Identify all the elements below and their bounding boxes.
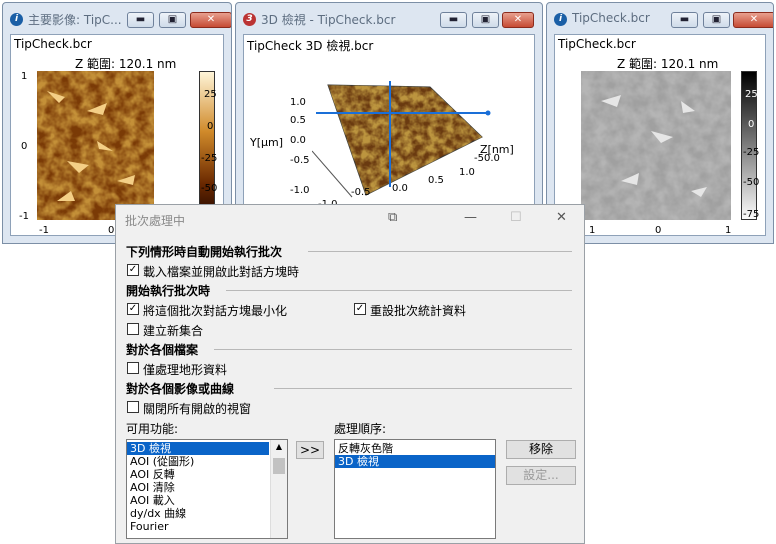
reset-stats-label: 重設批次統計資料 (370, 304, 467, 318)
minimize-dialog-label: 將這個批次對話方塊最小化 (143, 304, 288, 318)
x-tick: 1.0 (459, 167, 475, 178)
minimize-button[interactable]: ▬ (440, 12, 467, 28)
window-title: 主要影像: TipC... (28, 13, 122, 27)
y-tick: 0.0 (290, 135, 306, 146)
maximize-button[interactable]: ▣ (472, 12, 499, 28)
window-title: TipCheck.bcr (572, 11, 650, 25)
list-item[interactable]: 反轉灰色階 (335, 442, 495, 455)
close-button[interactable]: ✕ (190, 12, 231, 28)
y-tick: -1.0 (290, 185, 310, 196)
3d-view-icon: 3 (243, 13, 256, 26)
new-set-checkbox[interactable] (127, 323, 139, 335)
close-windows-label: 關閉所有開啟的視窗 (143, 402, 252, 416)
close-windows-checkbox[interactable] (127, 401, 139, 413)
title-bar[interactable]: 3 3D 檢視 - TipCheck.bcr ▬ ▣ ✕ (236, 3, 542, 33)
list-item[interactable]: AOI (從圖形) (127, 455, 287, 468)
batch-processing-dialog[interactable]: 批次處理中 ⧉ — ☐ ✕ 下列情形時自動開始執行批次 ✓ 載入檔案並開啟此對話… (115, 204, 585, 544)
close-button[interactable]: ✕ (502, 12, 534, 28)
topo-only-label: 僅處理地形資料 (143, 363, 228, 377)
minimize-dialog-checkbox[interactable]: ✓ (127, 303, 139, 315)
section-heading: 開始執行批次時 (126, 284, 211, 298)
y-tick: -1 (19, 211, 29, 222)
list-item[interactable]: 3D 檢視 (127, 442, 269, 455)
list-item[interactable]: dy/dx 曲線 (127, 507, 287, 520)
app-icon: i (554, 13, 567, 26)
x-tick: -0.5 (351, 187, 371, 198)
new-set-label: 建立新集合 (143, 324, 204, 338)
divider (274, 388, 572, 389)
maximize-button[interactable]: ▣ (703, 12, 730, 28)
file-name: TipCheck.bcr (14, 37, 92, 51)
open-on-load-checkbox[interactable]: ✓ (127, 264, 139, 276)
color-tick: 0 (748, 119, 755, 130)
title-bar[interactable]: i 主要影像: TipC... ▬ ▣ ✕ (3, 3, 231, 33)
topo-only-checkbox[interactable] (127, 362, 139, 374)
remove-button[interactable]: 移除 (506, 440, 576, 459)
x-tick: -1 (39, 225, 49, 236)
maximize-icon: ☐ (510, 210, 522, 225)
section-heading: 下列情形時自動開始執行批次 (126, 245, 283, 259)
x-tick: 1 (589, 225, 596, 236)
color-tick: -50 (201, 183, 218, 194)
color-tick: -50 (743, 177, 760, 188)
restore-icon[interactable]: ⧉ (388, 210, 397, 225)
add-button[interactable]: >> (296, 441, 324, 459)
maximize-button[interactable]: ▣ (159, 12, 186, 28)
reset-stats-checkbox[interactable]: ✓ (354, 303, 366, 315)
x-tick: 0 (108, 225, 115, 236)
close-button[interactable]: ✕ (733, 12, 773, 28)
section-heading: 對於各個檔案 (126, 343, 199, 357)
divider (214, 349, 572, 350)
y-tick: 1 (21, 71, 28, 82)
list-item[interactable]: 3D 檢視 (335, 455, 495, 468)
processing-order-list[interactable]: 反轉灰色階 3D 檢視 (334, 439, 496, 539)
app-icon: i (10, 13, 23, 26)
y-tick: -0.5 (290, 155, 310, 166)
x-tick: 0 (655, 225, 662, 236)
file-name: TipCheck 3D 檢視.bcr (247, 39, 374, 53)
list-item[interactable]: AOI 反轉 (127, 468, 287, 481)
file-name: TipCheck.bcr (558, 37, 636, 51)
color-tick: 0 (207, 121, 214, 132)
scrollbar[interactable]: ▲ (270, 440, 287, 538)
color-tick: -75 (743, 209, 760, 220)
divider (308, 251, 572, 252)
list-item[interactable]: Fourier (127, 520, 287, 533)
y-tick: 1.0 (290, 97, 306, 108)
available-functions-list[interactable]: 3D 檢視 AOI (從圖形) AOI 反轉 AOI 清除 AOI 載入 dy/… (126, 439, 288, 539)
grayscale-afm-image[interactable] (581, 71, 731, 220)
dialog-title: 批次處理中 (125, 214, 186, 228)
section-heading: 對於各個影像或曲線 (126, 382, 235, 396)
list-item[interactable]: AOI 載入 (127, 494, 287, 507)
x-tick: 0.5 (428, 175, 444, 186)
y-axis-label: Y[µm] (250, 136, 284, 149)
title-bar[interactable]: i TipCheck.bcr ▬ ▣ ✕ (547, 3, 773, 33)
list-item[interactable]: AOI 清除 (127, 481, 287, 494)
minimize-icon[interactable]: — (464, 210, 477, 225)
minimize-button[interactable]: ▬ (127, 12, 154, 28)
available-functions-label: 可用功能: (126, 422, 179, 436)
open-on-load-label: 載入檔案並開啟此對話方塊時 (143, 265, 300, 279)
image-view: TipCheck.bcr Z 範圍: 120.1 nm 25 0 -25 -50… (554, 34, 766, 236)
y-tick: 0.5 (290, 115, 306, 126)
scroll-up-icon[interactable]: ▲ (271, 440, 287, 454)
divider (226, 290, 572, 291)
color-tick: 25 (204, 89, 217, 100)
x-tick: 0.0 (392, 183, 408, 194)
processing-order-label: 處理順序: (334, 422, 387, 436)
z-axis-label: Z[nm] (480, 143, 514, 156)
z-range-label: Z 範圍: 120.1 nm (617, 57, 719, 71)
color-tick: -25 (743, 147, 760, 158)
color-tick: 25 (745, 89, 758, 100)
window-title: 3D 檢視 - TipCheck.bcr (261, 13, 396, 27)
afm-image[interactable] (37, 71, 154, 220)
x-tick: 1 (725, 225, 732, 236)
minimize-button[interactable]: ▬ (671, 12, 698, 28)
close-icon[interactable]: ✕ (556, 210, 567, 225)
settings-button: 設定... (506, 466, 576, 485)
scroll-thumb[interactable] (273, 458, 285, 474)
z-range-label: Z 範圍: 120.1 nm (75, 57, 177, 71)
color-tick: -25 (201, 153, 218, 164)
y-tick: 0 (21, 141, 28, 152)
